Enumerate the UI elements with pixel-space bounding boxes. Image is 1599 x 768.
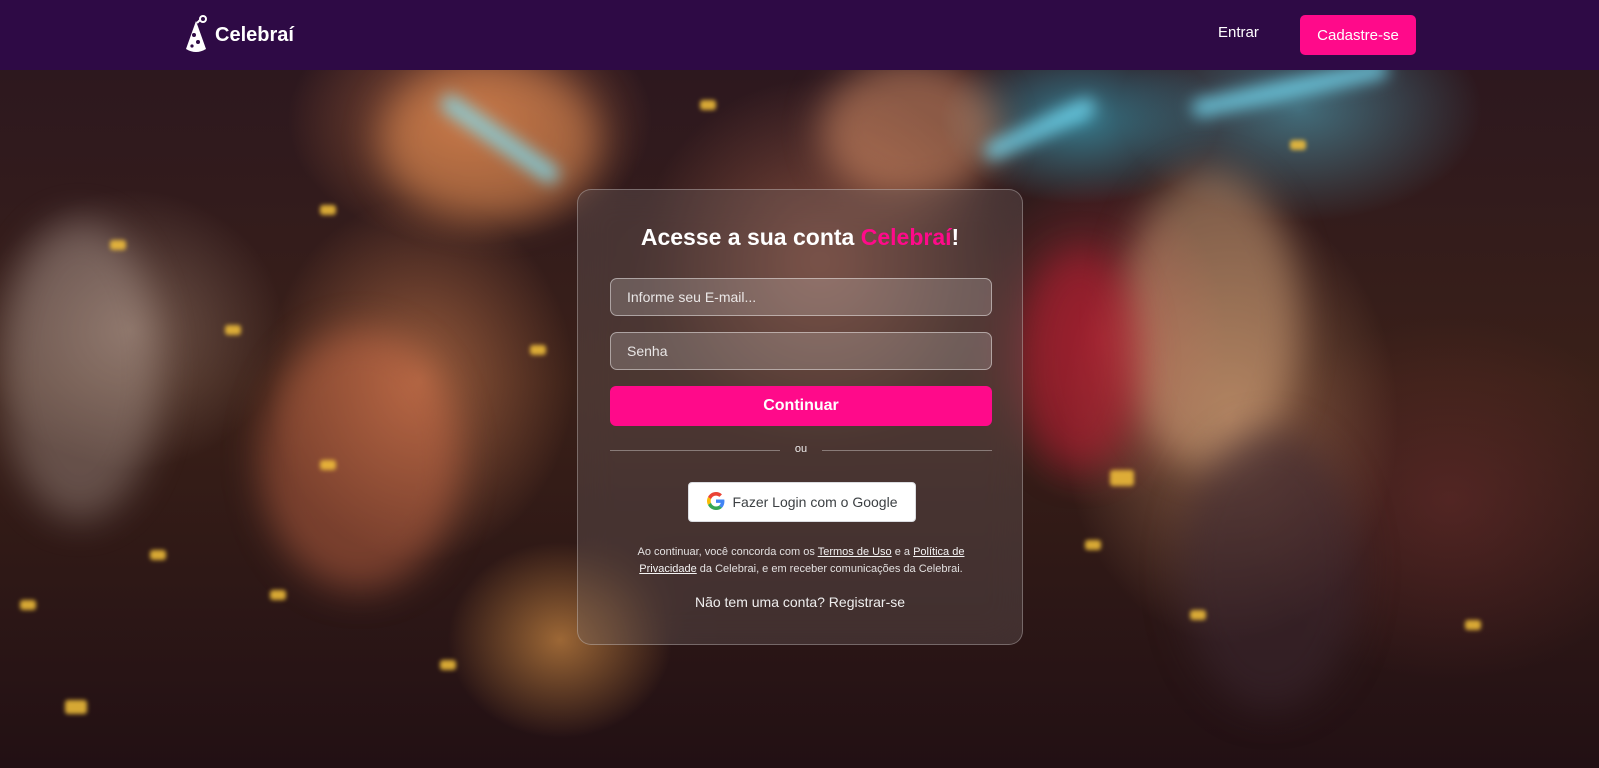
title-brand: Celebraí (860, 224, 952, 250)
brand-name: Celebraí (215, 23, 294, 46)
login-link[interactable]: Entrar (1218, 24, 1259, 41)
google-login-label: Fazer Login com o Google (732, 494, 898, 510)
divider-right (822, 450, 992, 451)
login-title: Acesse a sua conta Celebraí! (640, 224, 960, 250)
google-login-button[interactable]: Fazer Login com o Google (688, 482, 916, 522)
party-hat-icon (183, 15, 209, 55)
signup-button[interactable]: Cadastre-se (1300, 15, 1416, 55)
terms-notice: Ao continuar, você concorda com os Termo… (637, 546, 965, 575)
continue-button[interactable]: Continuar (610, 386, 992, 426)
google-icon (706, 491, 725, 513)
password-input[interactable] (610, 332, 992, 370)
terms-of-use-link[interactable]: Termos de Uso (818, 546, 892, 558)
top-navbar: Celebraí Entrar Cadastre-se (0, 0, 1599, 70)
email-input[interactable] (610, 278, 992, 316)
login-card: Acesse a sua conta Celebraí! Continuar o… (577, 189, 1023, 645)
divider-text: ou (794, 443, 808, 455)
divider-left (610, 450, 780, 451)
brand-logo[interactable]: Celebraí (183, 14, 294, 56)
register-link[interactable]: Não tem uma conta? Registrar-se (578, 594, 1022, 610)
